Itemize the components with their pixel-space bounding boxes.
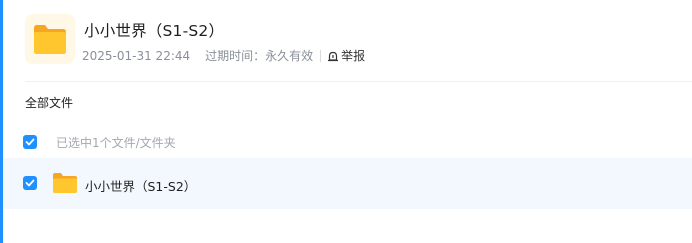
meta-divider xyxy=(320,49,322,62)
folder-icon xyxy=(53,173,77,193)
share-date: 2025-01-31 22:44 xyxy=(82,48,191,63)
expire-value: 永久有效 xyxy=(265,49,314,63)
share-folder-thumbnail xyxy=(25,14,75,64)
file-checkbox[interactable] xyxy=(23,176,37,190)
report-button[interactable]: 举报 xyxy=(327,47,365,64)
file-name[interactable]: 小小世界（S1-S2） xyxy=(85,176,196,195)
report-icon xyxy=(328,51,339,61)
file-row[interactable]: 小小世界（S1-S2） xyxy=(3,158,692,209)
share-meta: 2025-01-31 22:44 过期时间： 永久有效 举报 xyxy=(82,47,365,64)
header-divider xyxy=(25,81,692,82)
share-header: 小小世界（S1-S2） 2025-01-31 22:44 过期时间： 永久有效 … xyxy=(25,14,692,66)
check-icon xyxy=(25,179,35,187)
share-title: 小小世界（S1-S2） xyxy=(84,22,225,40)
select-all-row: 已选中1个文件/文件夹 xyxy=(0,128,692,156)
share-page: 小小世界（S1-S2） 2025-01-31 22:44 过期时间： 永久有效 … xyxy=(0,0,692,243)
breadcrumb-all-files[interactable]: 全部文件 xyxy=(25,94,73,111)
folder-icon xyxy=(34,25,66,54)
selection-status: 已选中1个文件/文件夹 xyxy=(56,136,176,150)
expire-label: 过期时间： xyxy=(205,49,266,63)
select-all-checkbox[interactable] xyxy=(23,135,37,149)
report-label: 举报 xyxy=(341,49,366,63)
check-icon xyxy=(25,138,35,146)
